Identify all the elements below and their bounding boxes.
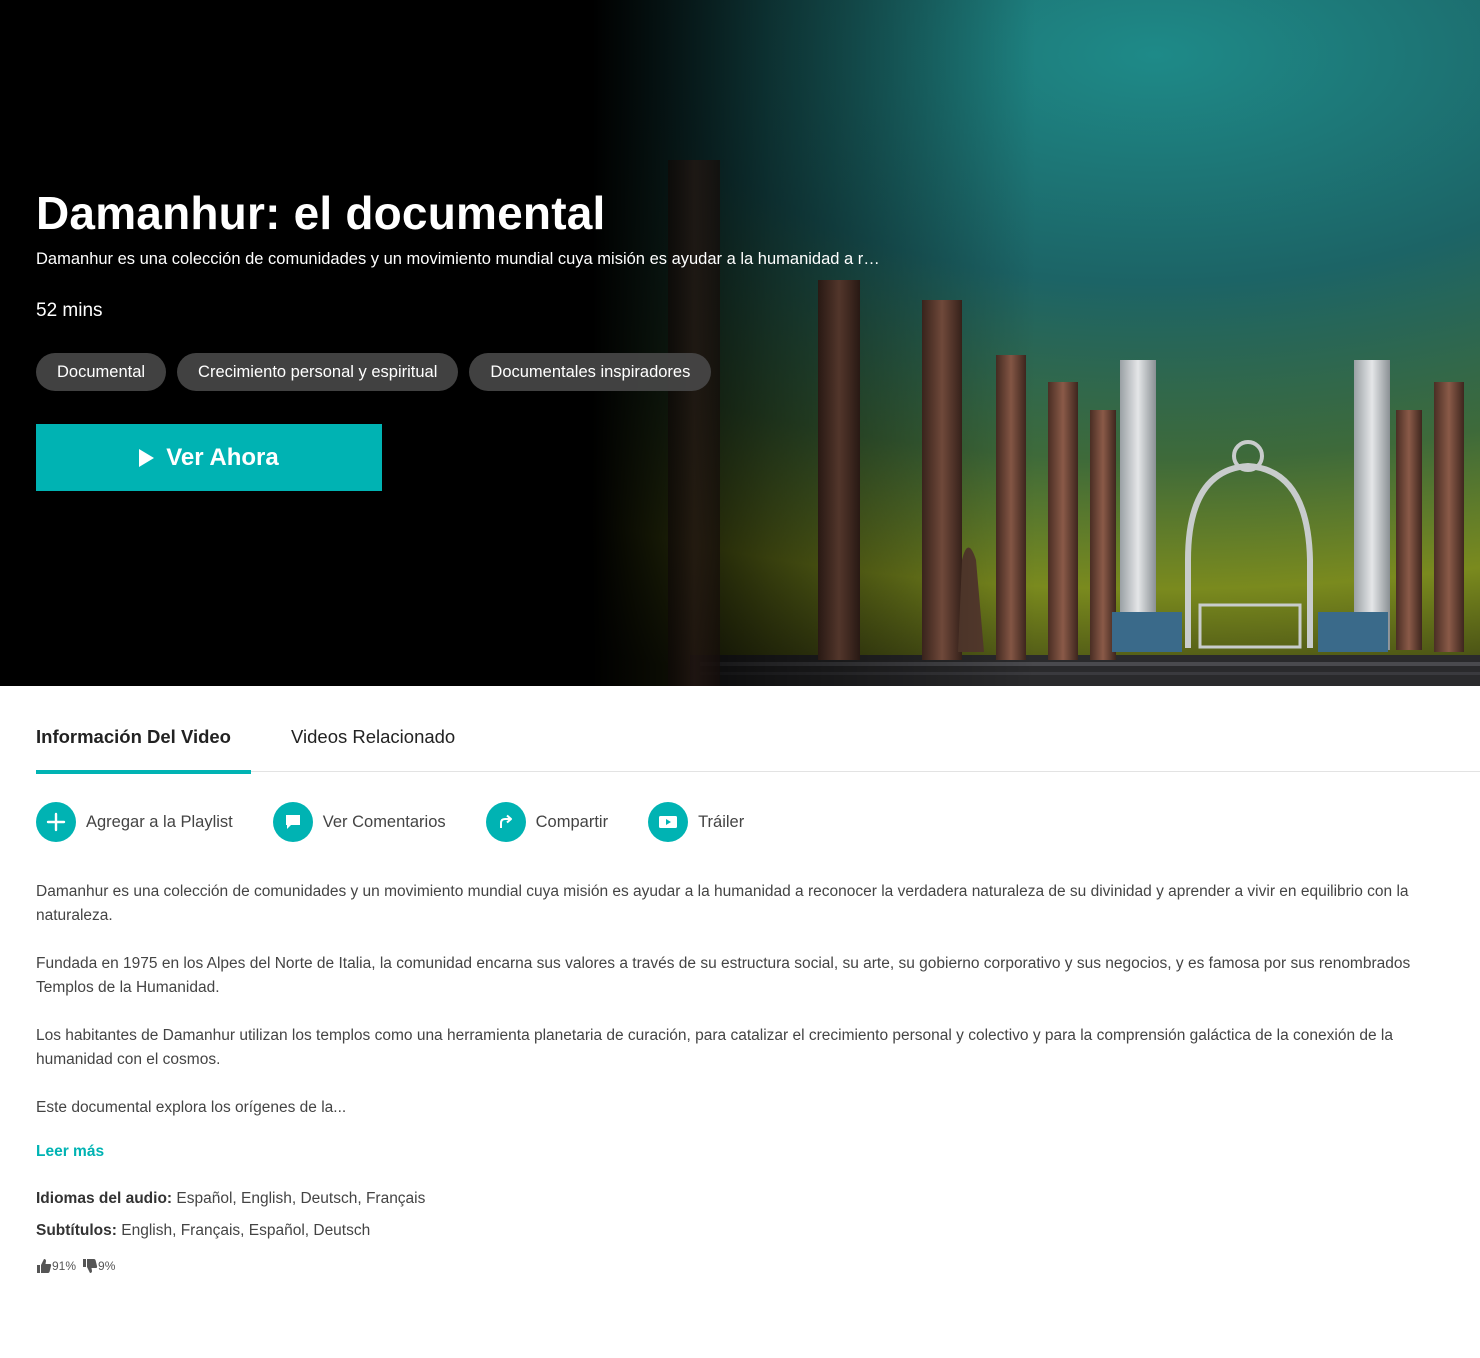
action-bar: Agregar a la Playlist Ver Comentarios Co… xyxy=(36,802,784,842)
watch-now-label: Ver Ahora xyxy=(166,443,279,471)
description-paragraph: Este documental explora los orígenes de … xyxy=(36,1099,347,1116)
trailer-button[interactable]: Tráiler xyxy=(648,802,744,842)
thumbs-down-rating: 9% xyxy=(82,1258,115,1274)
description-paragraph: Fundada en 1975 en los Alpes del Norte d… xyxy=(36,955,1411,996)
read-more-link[interactable]: Leer más xyxy=(36,1143,104,1161)
video-icon xyxy=(648,802,689,842)
tab-related-videos[interactable]: Videos Relacionado xyxy=(291,704,455,771)
add-to-playlist-label: Agregar a la Playlist xyxy=(86,812,233,831)
tag-crecimiento-personal[interactable]: Crecimiento personal y espiritual xyxy=(177,353,459,391)
watch-now-button[interactable]: Ver Ahora xyxy=(36,424,382,491)
hero-banner: Damanhur: el documental Damanhur es una … xyxy=(0,0,1480,686)
view-comments-button[interactable]: Ver Comentarios xyxy=(272,802,446,842)
share-label: Compartir xyxy=(535,812,609,831)
thumbs-down-percent: 9% xyxy=(98,1259,116,1273)
genre-tags: Documental Crecimiento personal y espiri… xyxy=(36,353,712,391)
ratings: 91% 9% xyxy=(36,1258,121,1274)
thumbs-up-percent: 91% xyxy=(52,1259,77,1273)
tag-documentales-inspiradores[interactable]: Documentales inspiradores xyxy=(469,353,712,391)
subtitles-label: Subtítulos: xyxy=(36,1222,117,1239)
play-icon xyxy=(139,448,155,467)
thumbs-up-rating: 91% xyxy=(36,1258,76,1274)
thumbs-up-icon xyxy=(37,1259,52,1273)
hero-content: Damanhur: el documental Damanhur es una … xyxy=(36,0,936,686)
subtitle-languages: Subtítulos: English, Français, Español, … xyxy=(36,1222,370,1240)
share-button[interactable]: Compartir xyxy=(485,802,609,842)
video-title: Damanhur: el documental xyxy=(36,187,606,239)
content-tabs: Información Del Video Videos Relacionado xyxy=(36,704,1480,774)
audio-languages: Idiomas del audio: Español, English, Deu… xyxy=(36,1190,425,1208)
video-duration: 52 mins xyxy=(36,300,103,321)
share-icon xyxy=(485,802,526,842)
tag-documental[interactable]: Documental xyxy=(36,353,167,391)
tab-video-info[interactable]: Información Del Video xyxy=(36,704,251,774)
audio-languages-value: Español, English, Deutsch, Français xyxy=(176,1190,426,1207)
subtitles-value: English, Français, Español, Deutsch xyxy=(121,1222,371,1239)
comment-icon xyxy=(272,802,313,842)
plus-icon xyxy=(36,802,76,842)
audio-languages-label: Idiomas del audio: xyxy=(36,1190,173,1207)
video-description: Damanhur es una colección de comunidades… xyxy=(36,880,1456,1144)
description-paragraph: Damanhur es una colección de comunidades… xyxy=(36,883,1409,924)
description-paragraph: Los habitantes de Damanhur utilizan los … xyxy=(36,1027,1393,1068)
add-to-playlist-button[interactable]: Agregar a la Playlist xyxy=(36,802,233,842)
view-comments-label: Ver Comentarios xyxy=(322,812,446,831)
trailer-label: Tráiler xyxy=(698,812,745,831)
video-short-description: Damanhur es una colección de comunidades… xyxy=(36,250,880,268)
thumbs-down-icon xyxy=(83,1259,98,1273)
